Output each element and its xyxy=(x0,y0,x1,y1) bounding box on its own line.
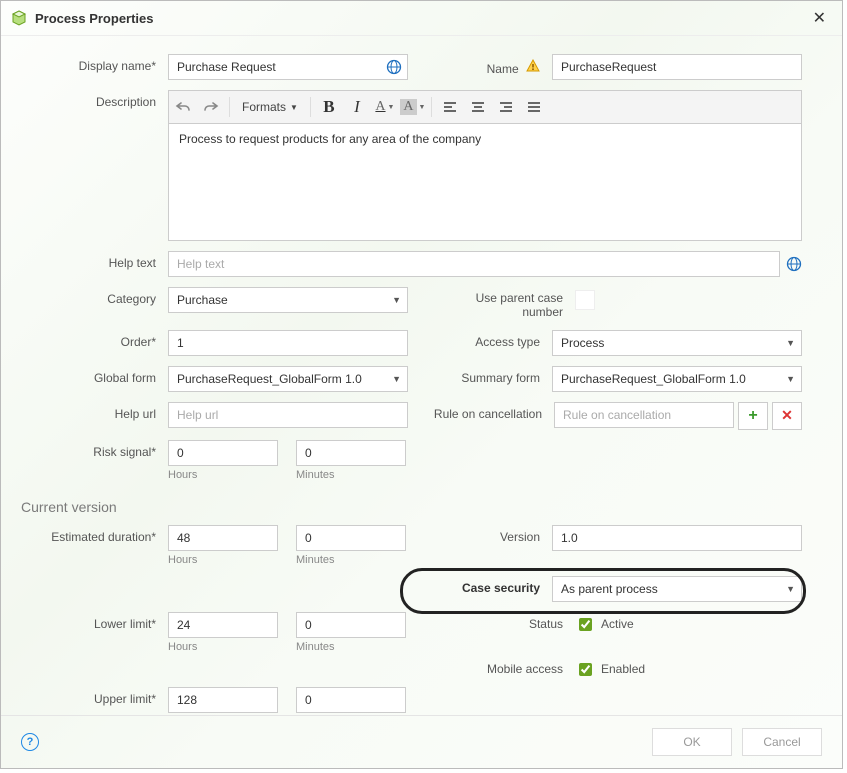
lower-minutes-input[interactable] xyxy=(296,612,406,638)
bold-button[interactable]: B xyxy=(315,93,343,121)
align-left-button[interactable] xyxy=(436,93,464,121)
mobile-access-label: Mobile access xyxy=(433,657,575,676)
close-button[interactable]: ✕ xyxy=(807,4,832,32)
display-name-input[interactable] xyxy=(168,54,408,80)
rich-text-editor: Formats▼ B I A▼ A▼ Process to request pr… xyxy=(168,90,802,241)
order-input[interactable] xyxy=(168,330,408,356)
display-name-label: Display name* xyxy=(21,54,168,73)
delete-icon: ✕ xyxy=(781,407,793,424)
access-type-label: Access type xyxy=(410,330,552,349)
titlebar: Process Properties ✕ xyxy=(1,1,842,36)
lower-limit-label: Lower limit* xyxy=(21,612,168,631)
dialog-footer: ? OK Cancel xyxy=(1,715,842,768)
use-parent-case-label: Use parent case number xyxy=(433,287,575,320)
lower-hours-input[interactable] xyxy=(168,612,278,638)
help-url-label: Help url xyxy=(21,402,168,421)
name-input[interactable] xyxy=(552,54,802,80)
globe-icon[interactable] xyxy=(786,256,802,272)
undo-button[interactable] xyxy=(169,93,197,121)
highlight-color-button[interactable]: A▼ xyxy=(399,93,427,121)
help-text-input[interactable] xyxy=(168,251,780,277)
help-text-label: Help text xyxy=(21,251,168,270)
version-label: Version xyxy=(410,525,552,544)
estimated-duration-label: Estimated duration* xyxy=(21,525,168,544)
summary-form-select[interactable]: PurchaseRequest_GlobalForm 1.0▼ xyxy=(552,366,802,392)
dialog-body: Display name* Name De xyxy=(1,36,842,715)
app-logo-icon xyxy=(11,10,27,26)
description-textarea[interactable]: Process to request products for any area… xyxy=(168,124,802,241)
version-input xyxy=(552,525,802,551)
summary-form-label: Summary form xyxy=(410,366,552,385)
warning-icon xyxy=(526,62,540,76)
upper-limit-label: Upper limit* xyxy=(21,687,168,706)
order-label: Order* xyxy=(21,330,168,349)
description-label: Description xyxy=(21,90,168,109)
editor-toolbar: Formats▼ B I A▼ A▼ xyxy=(168,90,802,124)
risk-minutes-input[interactable] xyxy=(296,440,406,466)
use-parent-case-checkbox[interactable] xyxy=(575,290,595,310)
global-form-select[interactable]: PurchaseRequest_GlobalForm 1.0▼ xyxy=(168,366,408,392)
align-right-button[interactable] xyxy=(492,93,520,121)
access-type-select[interactable]: Process▼ xyxy=(552,330,802,356)
rule-on-cancellation-label: Rule on cancellation xyxy=(412,402,554,421)
hours-unit: Hours xyxy=(168,469,278,481)
formats-dropdown[interactable]: Formats▼ xyxy=(234,93,306,121)
category-label: Category xyxy=(21,287,168,306)
globe-icon[interactable] xyxy=(386,59,402,75)
plus-icon: + xyxy=(748,407,757,425)
est-minutes-input[interactable] xyxy=(296,525,406,551)
upper-minutes-input[interactable] xyxy=(296,687,406,713)
redo-button[interactable] xyxy=(197,93,225,121)
est-hours-input[interactable] xyxy=(168,525,278,551)
text-color-button[interactable]: A▼ xyxy=(371,93,399,121)
case-security-label: Case security xyxy=(410,576,552,595)
current-version-header: Current version xyxy=(21,499,802,515)
case-security-select[interactable]: As parent process▼ xyxy=(552,576,802,602)
minutes-unit: Minutes xyxy=(296,469,406,481)
name-label: Name xyxy=(410,54,552,76)
help-button[interactable]: ? xyxy=(21,733,39,751)
status-text: Active xyxy=(601,617,634,631)
italic-button[interactable]: I xyxy=(343,93,371,121)
process-properties-dialog: Process Properties ✕ Display name* Name xyxy=(0,0,843,769)
delete-rule-button[interactable]: ✕ xyxy=(772,402,802,430)
risk-signal-label: Risk signal* xyxy=(21,440,168,459)
add-rule-button[interactable]: + xyxy=(738,402,768,430)
mobile-text: Enabled xyxy=(601,662,645,676)
cancel-button[interactable]: Cancel xyxy=(742,728,822,756)
align-justify-button[interactable] xyxy=(520,93,548,121)
status-checkbox[interactable] xyxy=(579,618,592,631)
help-url-input[interactable] xyxy=(168,402,408,428)
risk-hours-input[interactable] xyxy=(168,440,278,466)
mobile-checkbox[interactable] xyxy=(579,663,592,676)
category-select[interactable]: Purchase▼ xyxy=(168,287,408,313)
ok-button[interactable]: OK xyxy=(652,728,732,756)
dialog-title: Process Properties xyxy=(35,11,807,26)
status-label: Status xyxy=(433,612,575,631)
global-form-label: Global form xyxy=(21,366,168,385)
align-center-button[interactable] xyxy=(464,93,492,121)
rule-on-cancellation-input[interactable] xyxy=(554,402,734,428)
upper-hours-input[interactable] xyxy=(168,687,278,713)
